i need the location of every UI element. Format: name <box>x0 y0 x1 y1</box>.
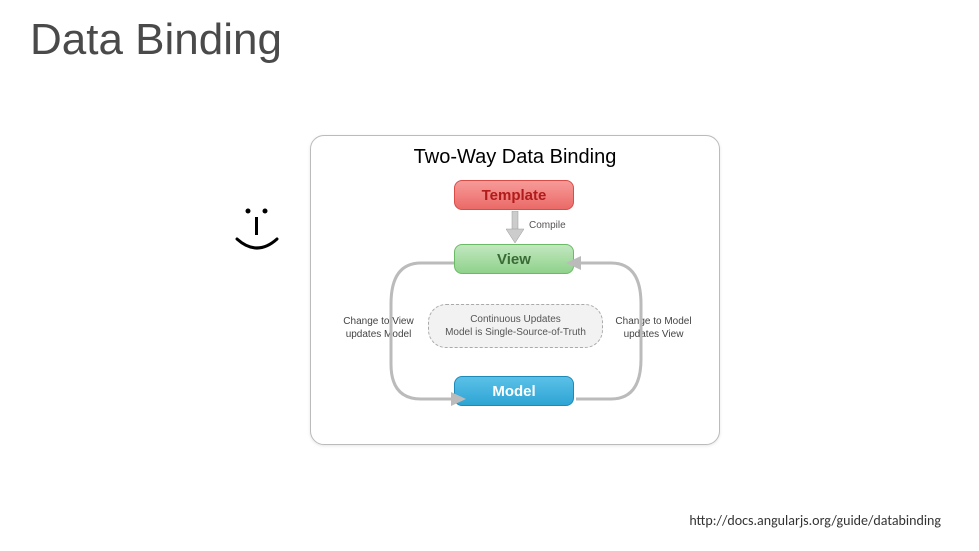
diagram-panel: Two-Way Data Binding Template View Model… <box>310 135 720 445</box>
right-loop-arrow-icon <box>561 254 651 419</box>
template-box: Template <box>454 180 574 210</box>
source-url: http://docs.angularjs.org/guide/databind… <box>689 512 941 529</box>
smiley-face-icon <box>225 195 295 265</box>
model-box: Model <box>454 376 574 406</box>
compile-label: Compile <box>529 220 566 231</box>
slide-title: Data Binding <box>30 15 282 65</box>
left-loop-arrow-icon <box>381 254 471 419</box>
compile-arrow-icon <box>506 211 524 250</box>
diagram-title: Two-Way Data Binding <box>311 146 719 169</box>
continuous-line1: Continuous Updates <box>470 313 561 326</box>
